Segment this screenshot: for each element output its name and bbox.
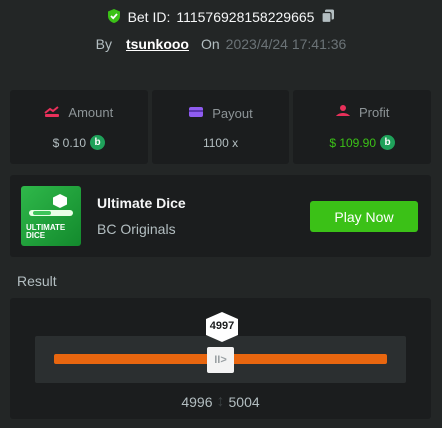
profit-label: Profit [359,105,390,120]
bcd-coin-icon: b [90,135,106,150]
bet-id-label: Bet ID: [127,9,171,25]
game-thumbnail[interactable]: ULTIMATE DICE [21,186,81,246]
swap-arrow-icon: ↕ [216,393,225,410]
username-link[interactable]: tsunkooo [126,36,189,52]
game-provider: BC Originals [97,221,176,237]
payout-label: Payout [212,105,253,121]
bet-datetime: 2023/4/24 17:41:36 [225,36,347,52]
bet-id-value: 111576928158229665 [176,9,315,25]
result-value: 4997 [209,320,235,332]
result-range: 4996 ↕ 5004 [10,393,431,411]
slider-handle: II> [207,347,234,373]
stat-payout: Payout 1100 x [151,90,290,164]
range-low: 4996 [181,394,213,410]
thumb-hex-icon [53,194,67,208]
game-card: ULTIMATE DICE Ultimate Dice BC Originals… [10,175,431,257]
amount-value: $ 0.10 [52,135,87,150]
verified-shield-icon [106,8,122,27]
thumb-logo-text: ULTIMATE DICE [26,223,66,240]
copy-icon[interactable] [320,8,336,27]
payout-value: 1100 x [202,135,239,150]
profit-value: $ 109.90 [329,135,377,150]
amount-label: Amount [68,105,114,120]
result-marker: 4997 [205,312,239,342]
game-title: Ultimate Dice [97,195,186,211]
payout-icon [188,105,204,122]
result-heading: Result [17,273,57,289]
range-high: 5004 [228,394,260,410]
bet-id-line: Bet ID: 111576928158229665 [0,6,442,28]
on-label: On [200,36,220,52]
bcd-coin-icon: b [380,135,396,150]
stat-profit: Profit $ 109.90 b [293,90,432,164]
thumb-bar-graphic [29,210,73,216]
author-line: By tsunkooo On 2023/4/24 17:41:36 [0,34,442,54]
bet-stats: Amount $ 0.10 b Payout 1100 x Profit $ 1… [10,90,432,164]
result-panel: 4997 II> 4996 ↕ 5004 [10,298,431,419]
by-label: By [95,36,112,52]
stat-amount: Amount $ 0.10 b [10,90,148,164]
play-now-button[interactable]: Play Now [310,201,418,232]
profit-icon [335,104,351,121]
amount-icon [44,104,60,121]
